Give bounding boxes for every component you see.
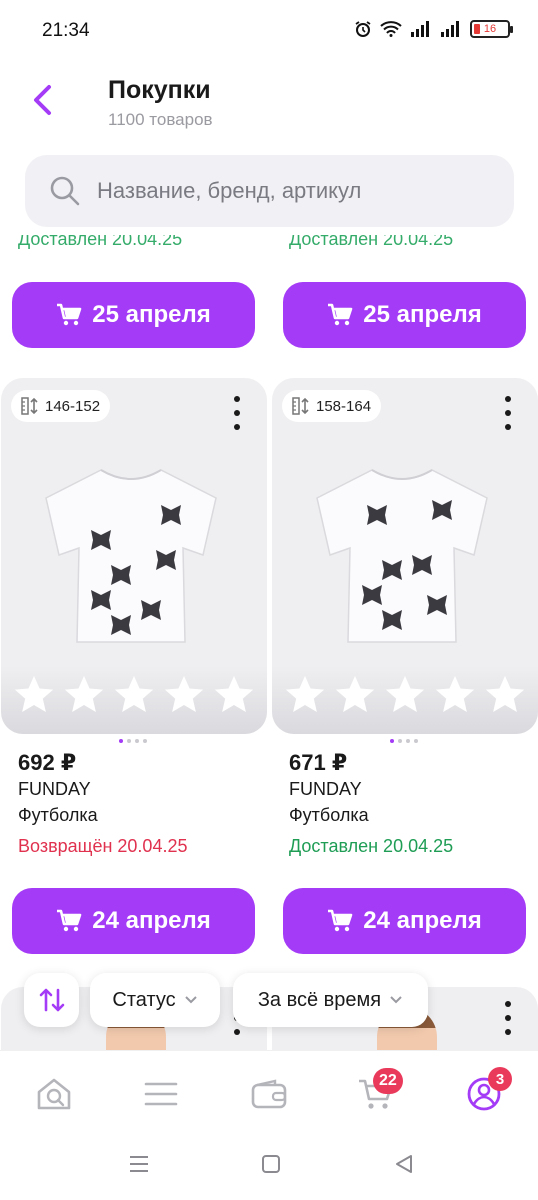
period-filter[interactable]: За всё время	[233, 973, 428, 1027]
profile-badge: 3	[488, 1067, 512, 1091]
more-options-button[interactable]	[498, 1001, 518, 1035]
alarm-icon	[355, 21, 371, 37]
star-icon[interactable]	[61, 672, 107, 718]
nav-catalog[interactable]	[133, 1071, 189, 1117]
product-card[interactable]: 158-164	[272, 378, 538, 734]
items-count: 1100 товаров	[108, 110, 213, 129]
tshirt-image	[45, 469, 217, 643]
signal-icon	[411, 21, 429, 37]
cart-icon	[328, 909, 353, 932]
delivery-date-label: 24 апреля	[363, 907, 482, 934]
search-bar[interactable]	[25, 155, 514, 227]
product-brand: FUNDAY	[289, 779, 362, 799]
star-icon[interactable]	[282, 672, 328, 718]
more-options-button[interactable]	[227, 396, 247, 430]
search-icon	[50, 176, 80, 206]
product-type: Футболка	[18, 805, 98, 825]
size-ruler-icon	[21, 397, 38, 415]
signal-icon-2	[441, 21, 459, 37]
status-filter[interactable]: Статус	[90, 973, 220, 1027]
status-bar: 21:34 16	[0, 0, 538, 62]
star-icon[interactable]	[11, 672, 57, 718]
order-status-cut: Доставлен 20.04.25	[18, 229, 183, 249]
system-navigation	[0, 1134, 538, 1200]
sort-button[interactable]	[24, 973, 79, 1027]
nav-home[interactable]	[26, 1071, 82, 1117]
battery-level: 16	[483, 23, 497, 35]
status-time: 21:34	[42, 20, 90, 41]
delivery-date-button[interactable]: 25 апреля	[283, 282, 526, 348]
menu-icon	[144, 1082, 178, 1106]
order-status: Возвращён 20.04.25	[18, 836, 188, 856]
product-price: 671 ₽	[289, 750, 348, 775]
star-icon[interactable]	[161, 672, 207, 718]
star-icon[interactable]	[211, 672, 257, 718]
cart-icon	[328, 303, 353, 326]
back-icon[interactable]	[394, 1154, 414, 1174]
delivery-date-label: 25 апреля	[363, 301, 482, 328]
image-pager	[119, 739, 147, 743]
rating-stars[interactable]	[1, 666, 267, 734]
star-icon[interactable]	[111, 672, 157, 718]
cart-icon	[57, 909, 82, 932]
home-icon[interactable]	[261, 1154, 281, 1174]
star-icon[interactable]	[482, 672, 528, 718]
status-filter-label: Статус	[112, 988, 176, 1011]
chevron-down-icon	[390, 996, 402, 1004]
delivery-date-label: 25 апреля	[92, 301, 211, 328]
star-icon[interactable]	[332, 672, 378, 718]
delivery-date-label: 24 апреля	[92, 907, 211, 934]
period-filter-label: За всё время	[257, 988, 382, 1011]
recent-apps-icon[interactable]	[129, 1154, 149, 1174]
order-status: Доставлен 20.04.25	[289, 836, 454, 856]
status-icons: 16	[354, 20, 513, 38]
tshirt-image	[316, 469, 488, 643]
chevron-left-icon	[34, 85, 51, 115]
order-status-cut: Доставлен 20.04.25	[289, 229, 454, 249]
delivery-date-button[interactable]: 24 апреля	[283, 888, 526, 954]
size-badge: 158-164	[282, 390, 382, 422]
product-type: Футболка	[289, 805, 369, 825]
delivery-date-button[interactable]: 25 апреля	[12, 282, 255, 348]
more-options-button[interactable]	[498, 396, 518, 430]
orders-grid[interactable]: Доставлен 20.04.25 Доставлен 20.04.25 25…	[0, 227, 538, 1050]
battery-indicator: 16	[470, 20, 513, 38]
rating-stars[interactable]	[272, 666, 538, 734]
star-icon[interactable]	[382, 672, 428, 718]
back-button[interactable]	[22, 80, 62, 120]
nav-wallet[interactable]	[241, 1071, 297, 1117]
product-card[interactable]: 146-152	[1, 378, 267, 734]
page-title: Покупки	[108, 76, 211, 104]
size-ruler-icon	[292, 397, 309, 415]
search-input[interactable]	[97, 178, 477, 204]
star-icon[interactable]	[432, 672, 478, 718]
product-brand: FUNDAY	[18, 779, 91, 799]
product-price: 692 ₽	[18, 750, 77, 775]
page-header: Покупки 1100 товаров	[0, 62, 538, 142]
wifi-icon	[380, 21, 402, 37]
bottom-navigation: 22 3	[0, 1050, 538, 1134]
chevron-down-icon	[184, 996, 197, 1004]
cart-icon	[57, 303, 82, 326]
size-label: 158-164	[316, 397, 372, 415]
wallet-icon	[251, 1079, 287, 1109]
cart-badge: 22	[373, 1068, 403, 1094]
image-pager	[390, 739, 418, 743]
home-search-icon	[37, 1078, 71, 1110]
size-label: 146-152	[45, 397, 101, 415]
delivery-date-button[interactable]: 24 апреля	[12, 888, 255, 954]
size-badge: 146-152	[11, 390, 111, 422]
sort-icon	[39, 988, 64, 1012]
